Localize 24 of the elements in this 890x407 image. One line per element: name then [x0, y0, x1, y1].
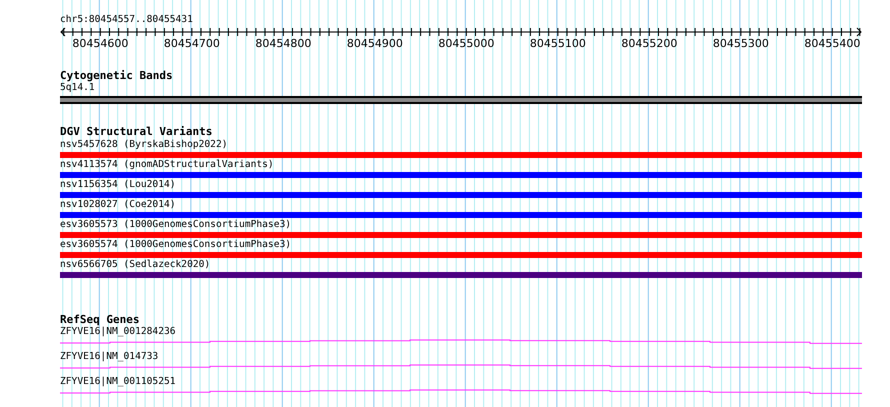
ruler-tick-label: 80454700 [164, 38, 220, 50]
ruler-tick-label: 80455200 [621, 38, 678, 50]
ruler-tick-label: 80454800 [255, 38, 312, 50]
ruler-tick-label: 80455300 [712, 38, 769, 50]
track-title: Cytogenetic Bands [60, 70, 173, 82]
ruler-tick-label: 80455400 [804, 38, 860, 50]
variant-label: nsv1028027 (Coe2014) [60, 199, 176, 211]
variant-label: esv3605573 (1000GenomesConsortiumPhase3) [60, 219, 292, 231]
track-title: DGV Structural Variants [60, 126, 212, 138]
gene-label: ZFYVE16|NM_001105251 [60, 376, 176, 388]
ruler-tick-label: 80455000 [438, 38, 494, 50]
band-label: 5q14.1 [60, 82, 95, 94]
variant-label: esv3605574 (1000GenomesConsortiumPhase3) [60, 239, 292, 251]
ruler-tick-label: 80454900 [346, 38, 403, 50]
ruler-tick-label: 80455100 [530, 38, 586, 50]
variant-label: nsv4113574 (gnomADStructuralVariants) [60, 159, 274, 171]
ruler-title: chr5:80454557..80455431 [60, 14, 193, 26]
variant-label: nsv1156354 (Lou2014) [60, 179, 176, 191]
track-title: RefSeq Genes [60, 314, 140, 326]
gene-label: ZFYVE16|NM_001284236 [60, 326, 176, 338]
ruler-tick-label: 80454600 [72, 38, 128, 50]
gene-label: ZFYVE16|NM_014733 [60, 351, 158, 363]
variant-label: nsv6566705 (Sedlazeck2020) [60, 259, 210, 271]
variant-label: nsv5457628 (ByrskaBishop2022) [60, 139, 228, 151]
